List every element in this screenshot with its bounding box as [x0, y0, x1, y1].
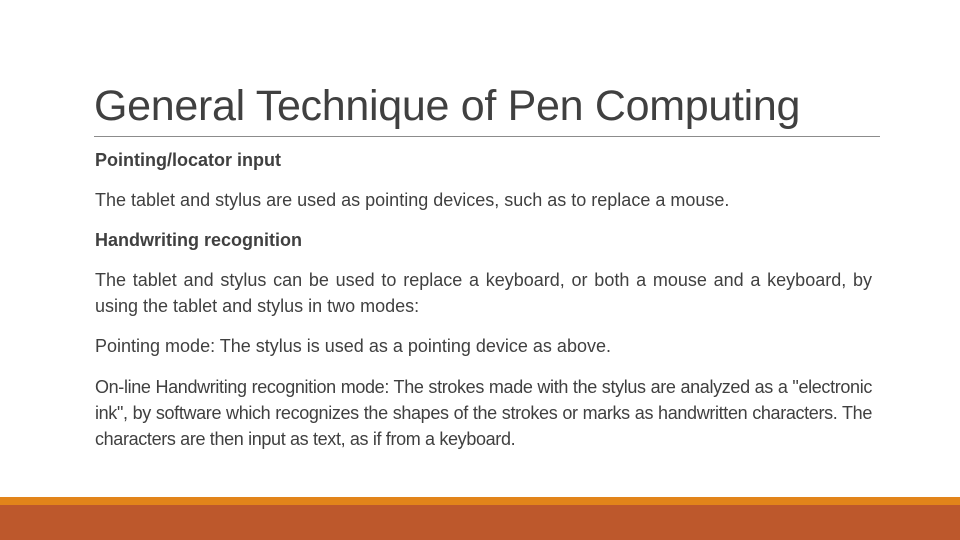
footer-accent-bar-bottom — [0, 505, 960, 540]
paragraph-online-recognition-mode: On-line Handwriting recognition mode: Th… — [95, 377, 872, 449]
slide: General Technique of Pen Computing Point… — [0, 0, 960, 540]
paragraph-pointing-description: The tablet and stylus are used as pointi… — [95, 190, 730, 210]
heading-handwriting-recognition: Handwriting recognition — [95, 230, 302, 250]
footer-accent-bar-top — [0, 497, 960, 505]
title-divider — [94, 136, 880, 137]
paragraph-pointing-mode: Pointing mode: The stylus is used as a p… — [95, 336, 611, 356]
slide-title: General Technique of Pen Computing — [94, 82, 801, 130]
paragraph-handwriting-description: The tablet and stylus can be used to rep… — [95, 270, 872, 316]
heading-pointing-locator-input: Pointing/locator input — [95, 150, 281, 170]
